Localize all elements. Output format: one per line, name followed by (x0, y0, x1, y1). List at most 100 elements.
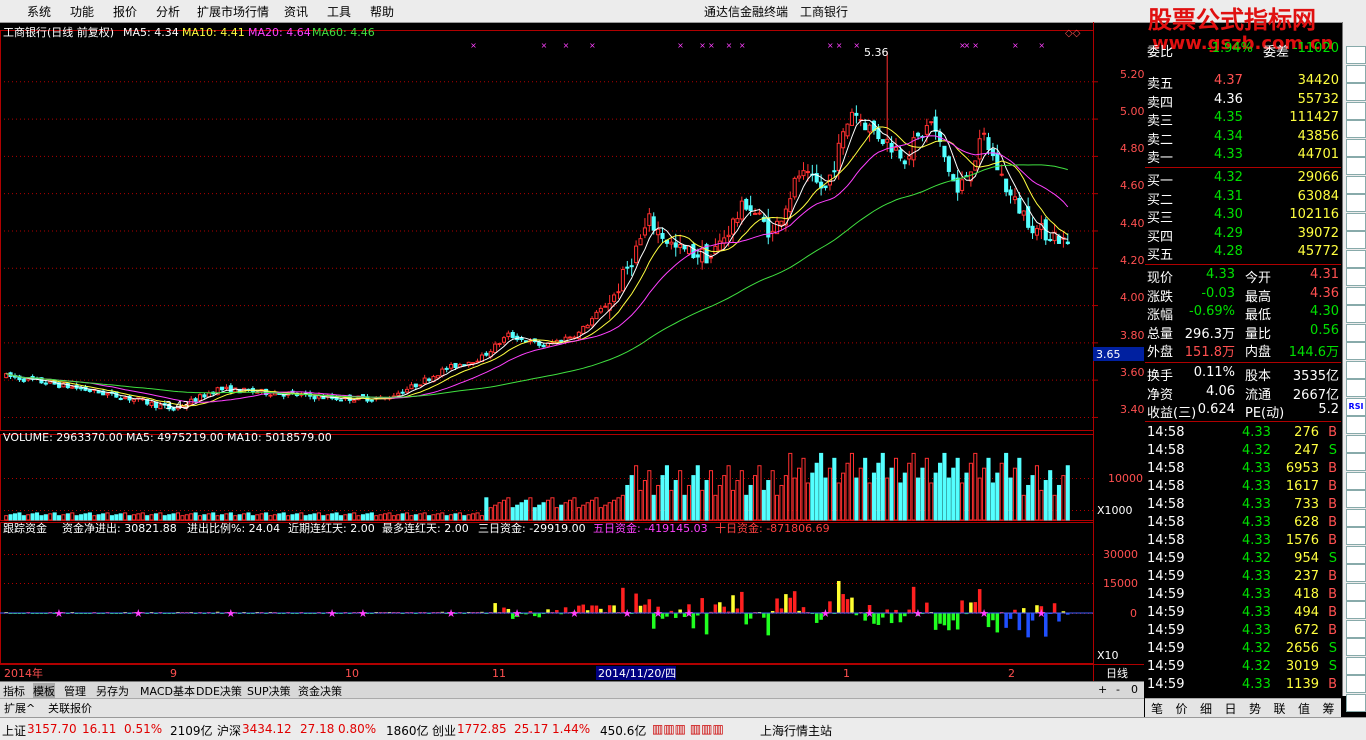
toolbar-icon[interactable] (1346, 638, 1366, 656)
volume-bar (497, 502, 502, 521)
tab-saveas[interactable]: 另存为 (96, 683, 129, 699)
tab-manage[interactable]: 管理 (64, 683, 86, 699)
tick-row: 14:59 4.32 3019 S (1145, 658, 1341, 676)
toolbar-icon[interactable] (1346, 693, 1366, 712)
tab-extend[interactable]: 扩展^ (4, 700, 35, 716)
signal-mark: × (739, 41, 746, 50)
volume-bar (567, 499, 573, 521)
toolbar-icon[interactable] (1346, 656, 1366, 675)
toolbar-icon[interactable] (1346, 453, 1366, 471)
toolbar-icon[interactable] (1346, 249, 1366, 268)
menu-help[interactable]: 帮助 (370, 3, 394, 20)
zoom-out-button[interactable]: - (1116, 683, 1120, 696)
tick-volume: 628 (1294, 515, 1319, 530)
toolbar-icon[interactable] (1346, 619, 1366, 638)
tab-dde[interactable]: DDE决策 (196, 683, 242, 699)
quote-tab[interactable]: 价 (1176, 700, 1188, 717)
menu-tools[interactable]: 工具 (327, 3, 351, 20)
tab-macd[interactable]: MACD基本 (140, 683, 195, 699)
fund-bar (1030, 613, 1035, 621)
toolbar-icon[interactable] (1346, 268, 1366, 286)
toolbar-icon[interactable] (1346, 360, 1366, 379)
toolbar-icon[interactable] (1346, 434, 1366, 453)
quote-tab[interactable]: 联 (1274, 700, 1286, 717)
kline-chart[interactable]: ★ ★ ★ ★ ★ ★ ★ ★ ★ ★ ★ ★ ★ ★ ★ ★ × × × × × × × × × × × × ×× × × × 工商银行(… (0, 22, 1144, 681)
toolbar-icon[interactable] (1346, 471, 1366, 490)
toolbar-icon[interactable] (1346, 601, 1366, 619)
toolbar-icon[interactable] (1346, 120, 1366, 138)
volume-bar (660, 475, 665, 521)
server-name[interactable]: 上海行情主站 (760, 722, 832, 739)
toolbar-icon[interactable] (1346, 83, 1366, 101)
candle-body (594, 311, 599, 320)
tab-related-quote[interactable]: 关联报价 (48, 700, 92, 716)
fund-bar (634, 593, 638, 613)
menu-analysis[interactable]: 分析 (156, 3, 180, 20)
tab-template[interactable]: 模板 (33, 683, 55, 699)
zoom-reset-button[interactable]: 0 (1131, 683, 1138, 696)
toolbar-icon[interactable] (1346, 416, 1366, 434)
toolbar-icon[interactable] (1346, 194, 1366, 212)
toolbar-icon[interactable] (1346, 46, 1366, 64)
candle-body (642, 227, 647, 236)
toolbar-icon[interactable] (1346, 212, 1366, 231)
volume-bar (501, 499, 507, 521)
menu-quote[interactable]: 报价 (113, 3, 137, 20)
volume-bar (797, 467, 802, 521)
volume-bar (30, 513, 35, 521)
tick-time: 14:59 (1147, 677, 1185, 692)
tab-fund[interactable]: 资金决策 (298, 683, 342, 699)
menu-news[interactable]: 资讯 (284, 3, 308, 20)
tick-time: 14:59 (1147, 623, 1185, 638)
menu-ext-market[interactable]: 扩展市场行情 (197, 3, 269, 20)
fund-unit: X10 (1097, 649, 1119, 662)
volume-bar (920, 467, 925, 521)
volume-bar (488, 507, 493, 521)
bid-row: 买四 4.29 39072 (1145, 225, 1341, 245)
candle-body (686, 245, 692, 255)
zoom-in-button[interactable]: + (1098, 683, 1107, 696)
fund-bar (762, 613, 766, 618)
candle-body (893, 147, 899, 151)
toolbar-icon[interactable] (1346, 323, 1366, 342)
quote-tab[interactable]: 细 (1200, 700, 1212, 717)
toolbar-icon[interactable] (1346, 675, 1366, 693)
toolbar-icon[interactable] (1346, 527, 1366, 545)
toolbar-icon[interactable] (1346, 508, 1366, 527)
menu-function[interactable]: 功能 (70, 3, 94, 20)
volume-bar (79, 514, 84, 521)
quote-tab[interactable]: 势 (1249, 700, 1261, 717)
fund-header-near: 近期连红天: 2.00 (288, 522, 375, 535)
toolbar-icon[interactable] (1346, 545, 1366, 564)
toolbar-icon[interactable] (1346, 64, 1366, 83)
volume-bar (1030, 475, 1035, 521)
quote-tab[interactable]: 日 (1225, 700, 1237, 717)
main-header-name: 工商银行(日线 前复权) (3, 25, 114, 39)
toolbar-icon[interactable] (1346, 101, 1366, 120)
toolbar-icon[interactable] (1346, 342, 1366, 360)
toolbar-icon[interactable] (1346, 379, 1366, 397)
toolbar-icon[interactable] (1346, 175, 1366, 194)
volume-bar (1048, 470, 1053, 521)
toolbar-icon[interactable] (1346, 157, 1366, 175)
toolbar-icon[interactable] (1346, 138, 1366, 157)
quote-tab[interactable]: 笔 (1151, 700, 1163, 717)
candle-body (70, 386, 75, 389)
tab-sup[interactable]: SUP决策 (247, 683, 291, 699)
toolbar-icon[interactable] (1346, 231, 1366, 249)
toolbar-icon[interactable] (1346, 305, 1366, 323)
volume-bar (153, 513, 159, 521)
toolbar-icon[interactable]: RSI (1346, 397, 1366, 416)
volume-bar (977, 477, 982, 521)
period-label[interactable]: 日线 (1106, 666, 1128, 680)
toolbar-icon[interactable] (1346, 286, 1366, 305)
chart-corner-icon[interactable]: ◇◇ (1065, 28, 1081, 39)
toolbar-icon[interactable] (1346, 564, 1366, 582)
toolbar-icon[interactable] (1346, 582, 1366, 601)
tab-indicator[interactable]: 指标 (3, 683, 25, 699)
menu-system[interactable]: 系统 (27, 3, 51, 20)
tick-volume: 1576 (1285, 533, 1319, 548)
quote-tab[interactable]: 值 (1298, 700, 1310, 717)
quote-tab[interactable]: 筹 (1323, 700, 1335, 717)
toolbar-icon[interactable] (1346, 490, 1366, 508)
